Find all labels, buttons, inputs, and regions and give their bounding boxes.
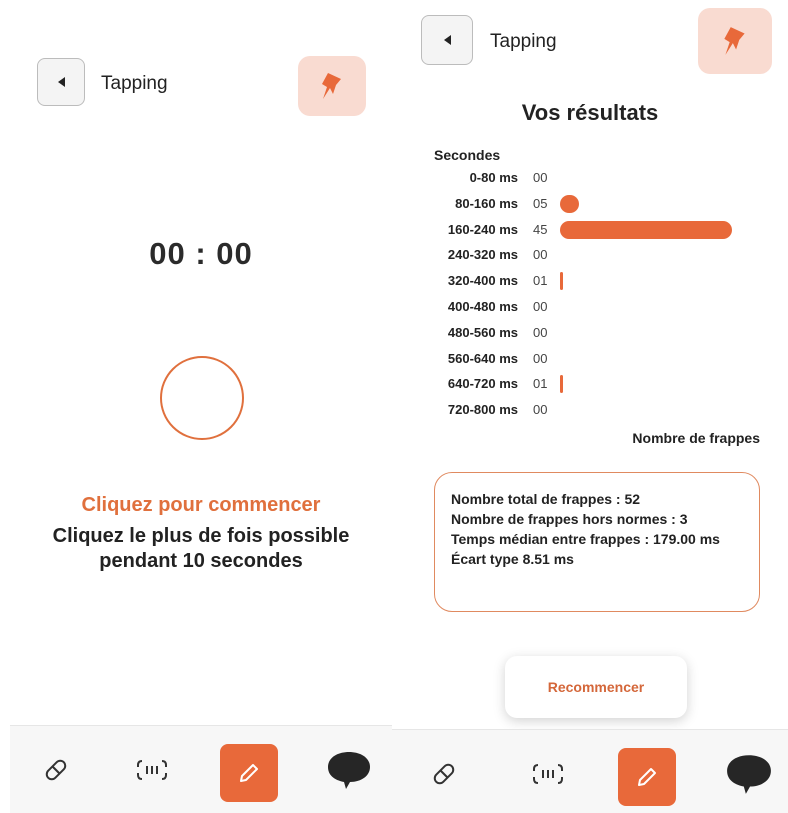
pencil-icon bbox=[240, 764, 258, 782]
histogram-row: 240-320 ms 00 bbox=[392, 243, 788, 269]
stat-std-deviation: Écart type 8.51 ms bbox=[451, 551, 574, 567]
histogram-row: 640-720 ms 01 bbox=[392, 372, 788, 398]
bin-count: 01 bbox=[533, 273, 548, 289]
tab-medication[interactable] bbox=[32, 746, 80, 794]
pill-icon bbox=[45, 759, 67, 781]
tab-tests[interactable] bbox=[618, 748, 676, 806]
pill-icon bbox=[433, 763, 455, 785]
chat-bubble-icon bbox=[727, 755, 771, 794]
bin-count: 00 bbox=[533, 247, 548, 263]
pin-button[interactable] bbox=[298, 56, 366, 116]
pin-button[interactable] bbox=[698, 8, 772, 74]
restart-button[interactable]: Recommencer bbox=[505, 656, 687, 718]
tapping-start-screen: Tapping 00 : 00 Cliquez pour commencer C… bbox=[10, 0, 392, 813]
scan-icon bbox=[137, 760, 167, 780]
bin-label: 240-320 ms bbox=[447, 247, 518, 263]
tab-tests[interactable] bbox=[220, 744, 278, 802]
tab-medication[interactable] bbox=[420, 750, 468, 798]
bin-label: 0-80 ms bbox=[469, 170, 518, 185]
bin-label: 640-720 ms bbox=[447, 376, 518, 392]
tab-scan[interactable] bbox=[128, 746, 176, 794]
start-prompt: Cliquez pour commencer bbox=[81, 494, 321, 516]
bin-bar bbox=[560, 194, 580, 213]
bin-label: 720-800 ms bbox=[447, 402, 518, 418]
histogram-row: 400-480 ms 00 bbox=[392, 295, 788, 321]
bin-count: 00 bbox=[533, 402, 548, 418]
stats-summary-box: Nombre total de frappes : 52 Nombre de f… bbox=[434, 472, 760, 612]
back-button[interactable] bbox=[37, 58, 85, 106]
pin-icon bbox=[724, 27, 745, 55]
instruction-text: Cliquez le plus de fois possible pendant… bbox=[52, 525, 350, 572]
histogram-row: 320-400 ms 01 bbox=[392, 269, 788, 295]
bin-bar bbox=[560, 272, 563, 291]
histogram-row: 160-240 ms 45 bbox=[392, 218, 788, 244]
stat-median-interval: Temps médian entre frappes : 179.00 ms bbox=[451, 531, 720, 547]
stat-outlier-taps: Nombre de frappes hors normes : 3 bbox=[451, 511, 688, 527]
bottom-tab-bar bbox=[10, 725, 392, 813]
tap-target-button[interactable] bbox=[160, 356, 244, 440]
bin-count: 00 bbox=[533, 324, 548, 340]
histogram-row: 80-160 ms 05 bbox=[392, 192, 788, 218]
histogram-row: 560-640 ms 00 bbox=[392, 347, 788, 373]
bin-label: 320-400 ms bbox=[447, 273, 518, 289]
histogram-row: 720-800 ms 00 bbox=[392, 398, 788, 424]
tab-scan[interactable] bbox=[524, 750, 572, 798]
pencil-icon bbox=[638, 768, 656, 786]
bin-count: 00 bbox=[533, 170, 548, 185]
tapping-results-screen: Tapping Vos résultats Secondes 0-80 ms 00… bbox=[392, 0, 788, 813]
tab-messages[interactable] bbox=[722, 750, 776, 798]
bin-count: 00 bbox=[533, 299, 548, 314]
header-title: Tapping bbox=[490, 31, 557, 52]
scan-icon bbox=[533, 764, 563, 784]
back-arrow-icon bbox=[443, 35, 451, 45]
chat-bubble-icon bbox=[328, 752, 370, 789]
x-axis-label: Nombre de frappes bbox=[632, 430, 760, 446]
bin-count: 05 bbox=[533, 195, 548, 211]
bin-label: 80-160 ms bbox=[455, 195, 518, 211]
bin-count: 45 bbox=[533, 221, 548, 237]
histogram-row: 0-80 ms 00 bbox=[392, 166, 788, 192]
bin-bar bbox=[560, 375, 563, 394]
bottom-tab-bar bbox=[392, 729, 788, 813]
bin-count: 01 bbox=[533, 376, 548, 392]
pin-icon bbox=[322, 73, 341, 99]
back-arrow-icon bbox=[57, 77, 65, 87]
back-button[interactable] bbox=[421, 15, 473, 65]
histogram-row: 480-560 ms 00 bbox=[392, 321, 788, 347]
bin-label: 480-560 ms bbox=[447, 324, 518, 340]
header-title: Tapping bbox=[101, 73, 168, 94]
bin-label: 560-640 ms bbox=[447, 350, 518, 366]
y-axis-label: Secondes bbox=[434, 147, 501, 163]
bin-label: 400-480 ms bbox=[447, 299, 518, 314]
stat-total-taps: Nombre total de frappes : 52 bbox=[451, 491, 641, 507]
bin-label: 160-240 ms bbox=[447, 221, 518, 237]
timer-display: 00 : 00 bbox=[149, 236, 253, 271]
tab-messages[interactable] bbox=[322, 746, 376, 794]
results-title: Vos résultats bbox=[521, 100, 659, 125]
bin-count: 00 bbox=[533, 350, 548, 366]
bin-bar bbox=[560, 220, 732, 239]
